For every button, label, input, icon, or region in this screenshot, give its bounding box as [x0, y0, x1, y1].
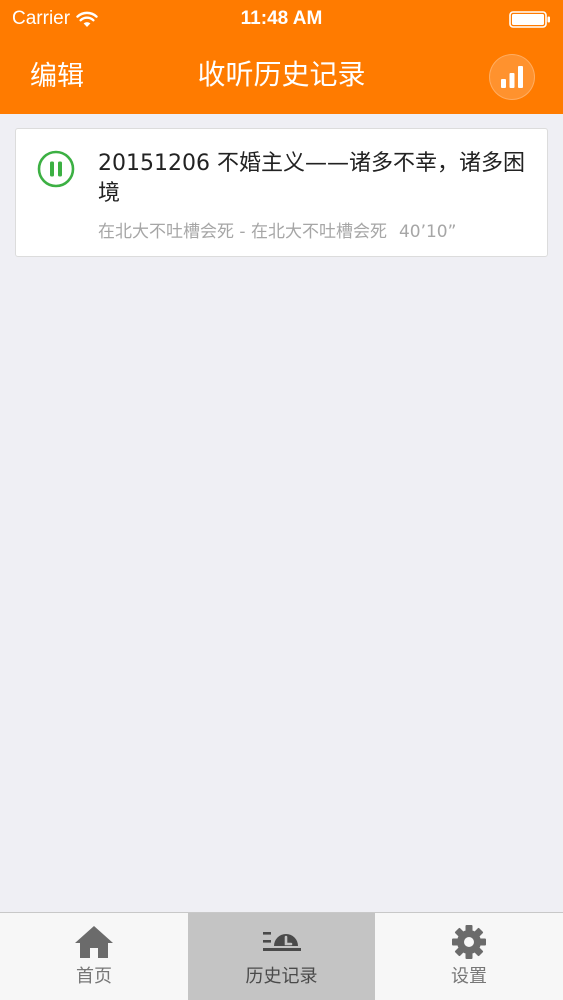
now-playing-button[interactable] — [489, 54, 535, 100]
tab-history-label: 历史记录 — [245, 966, 318, 987]
tab-settings-label: 设置 — [451, 966, 487, 987]
gear-icon — [452, 925, 486, 959]
episode-title: 20151206 不婚主义——诸多不幸，诸多困境 — [98, 151, 525, 206]
bars-chart-icon — [501, 66, 523, 88]
tab-home[interactable]: 首页 — [0, 913, 188, 1000]
history-icon — [262, 932, 301, 951]
status-time: 11:48 AM — [240, 8, 323, 29]
tab-bar: 首页 历史记录 设置 — [0, 912, 563, 1000]
nav-bar: 编辑 收听历史记录 — [0, 40, 563, 114]
pause-button[interactable] — [37, 150, 75, 188]
episode-source: 在北大不吐槽会死 - 在北大不吐槽会死 — [98, 222, 387, 242]
page-title: 收听历史记录 — [197, 58, 366, 91]
status-bar: Carrier 11:48 AM — [0, 0, 563, 40]
home-icon — [75, 926, 113, 958]
tab-settings[interactable]: 设置 — [375, 913, 563, 1000]
episode-meta: 在北大不吐槽会死 - 在北大不吐槽会死 40’10” — [98, 221, 538, 243]
pause-icon — [37, 150, 75, 188]
history-list: 20151206 不婚主义——诸多不幸，诸多困境 在北大不吐槽会死 - 在北大不… — [0, 114, 563, 912]
episode-duration: 40’10” — [398, 222, 457, 242]
history-item[interactable]: 20151206 不婚主义——诸多不幸，诸多困境 在北大不吐槽会死 - 在北大不… — [15, 128, 548, 257]
header: Carrier 11:48 AM 编辑 收听历史记录 — [0, 0, 563, 114]
tab-home-label: 首页 — [76, 966, 112, 987]
battery-icon — [509, 11, 550, 28]
app-root: Carrier 11:48 AM 编辑 收听历史记录 20151206 不婚主义… — [0, 0, 563, 1000]
tab-history[interactable]: 历史记录 — [188, 913, 375, 1000]
